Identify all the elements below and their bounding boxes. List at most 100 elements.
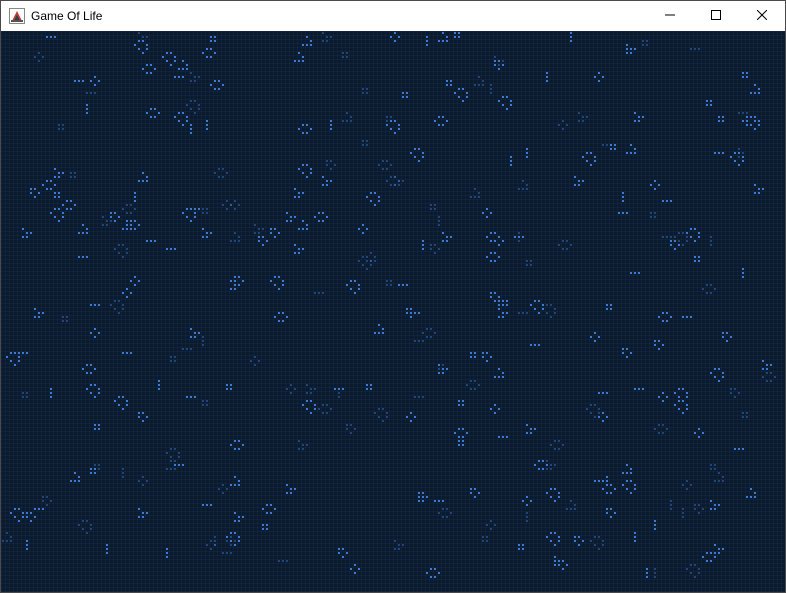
live-cell: [234, 288, 236, 290]
live-cell: [406, 308, 408, 310]
live-cell: [538, 460, 540, 462]
live-cell: [330, 124, 332, 126]
live-cell: [598, 336, 600, 338]
live-cell: [414, 340, 416, 342]
live-cell: [510, 160, 512, 162]
title-bar[interactable]: Game Of Life: [1, 1, 785, 31]
live-cell: [30, 192, 32, 194]
live-cell: [30, 188, 32, 190]
live-cell: [74, 480, 76, 482]
live-cell: [38, 508, 40, 510]
live-cell: [690, 236, 692, 238]
live-cell: [434, 204, 436, 206]
live-cell: [286, 316, 288, 318]
live-cell: [134, 200, 136, 202]
live-cell: [714, 368, 716, 370]
live-cell: [170, 356, 172, 358]
live-cell: [214, 52, 216, 54]
live-cell: [506, 96, 508, 98]
live-cell: [130, 280, 132, 282]
live-cell: [222, 176, 224, 178]
live-cell: [94, 472, 96, 474]
live-cell: [434, 568, 436, 570]
live-cell: [446, 84, 448, 86]
live-cell: [574, 536, 576, 538]
live-cell: [226, 384, 228, 386]
live-cell: [262, 524, 264, 526]
live-cell: [6, 532, 8, 534]
live-cell: [122, 408, 124, 410]
live-cell: [422, 340, 424, 342]
live-cell: [202, 344, 204, 346]
live-cell: [438, 368, 440, 370]
live-cell: [298, 440, 300, 442]
live-cell: [402, 96, 404, 98]
live-cell: [394, 40, 396, 42]
live-cell: [58, 208, 60, 210]
live-cell: [582, 540, 584, 542]
live-cell: [706, 100, 708, 102]
live-cell: [190, 108, 192, 110]
live-cell: [190, 328, 192, 330]
live-cell: [126, 204, 128, 206]
live-cell: [34, 516, 36, 518]
live-cell: [634, 484, 636, 486]
live-cell: [746, 124, 748, 126]
live-cell: [522, 544, 524, 546]
live-cell: [654, 428, 656, 430]
live-cell: [634, 148, 636, 150]
live-cell: [710, 244, 712, 246]
live-cell: [286, 388, 288, 390]
live-cell: [430, 208, 432, 210]
live-cell: [270, 504, 272, 506]
game-board[interactable]: [1, 31, 785, 592]
live-cell: [210, 540, 212, 542]
live-cell: [582, 156, 584, 158]
maximize-button[interactable]: [693, 1, 739, 31]
live-cell: [510, 164, 512, 166]
live-cell: [286, 212, 288, 214]
live-cell: [146, 64, 148, 66]
live-cell: [342, 52, 344, 54]
live-cell: [710, 236, 712, 238]
live-cell: [430, 328, 432, 330]
live-cell: [46, 36, 48, 38]
live-cell: [138, 516, 140, 518]
live-cell: [574, 176, 576, 178]
live-cell: [470, 356, 472, 358]
live-cell: [518, 548, 520, 550]
live-cell: [282, 280, 284, 282]
minimize-button[interactable]: [647, 1, 693, 31]
live-cell: [322, 212, 324, 214]
live-cell: [394, 176, 396, 178]
live-cell: [658, 316, 660, 318]
close-button[interactable]: [739, 1, 785, 31]
live-cell: [126, 296, 128, 298]
live-cell: [474, 188, 476, 190]
live-cell: [26, 236, 28, 238]
live-cell: [122, 304, 124, 306]
live-cell: [90, 92, 92, 94]
live-cell: [414, 416, 416, 418]
live-cell: [718, 368, 720, 370]
live-cell: [142, 412, 144, 414]
live-cell: [306, 164, 308, 166]
live-cell: [526, 188, 528, 190]
live-cell: [154, 108, 156, 110]
live-cell: [274, 508, 276, 510]
live-cell: [98, 304, 100, 306]
live-cell: [254, 232, 256, 234]
live-cell: [498, 304, 500, 306]
live-cell: [350, 280, 352, 282]
live-cell: [442, 516, 444, 518]
live-cell: [230, 204, 232, 206]
live-cell: [38, 312, 40, 314]
live-cell: [626, 464, 628, 466]
live-cell: [442, 232, 444, 234]
live-cell: [734, 152, 736, 154]
live-cell: [394, 32, 396, 34]
live-cell: [554, 556, 556, 558]
live-cell: [306, 392, 308, 394]
live-cell: [742, 160, 744, 162]
live-cell: [226, 552, 228, 554]
